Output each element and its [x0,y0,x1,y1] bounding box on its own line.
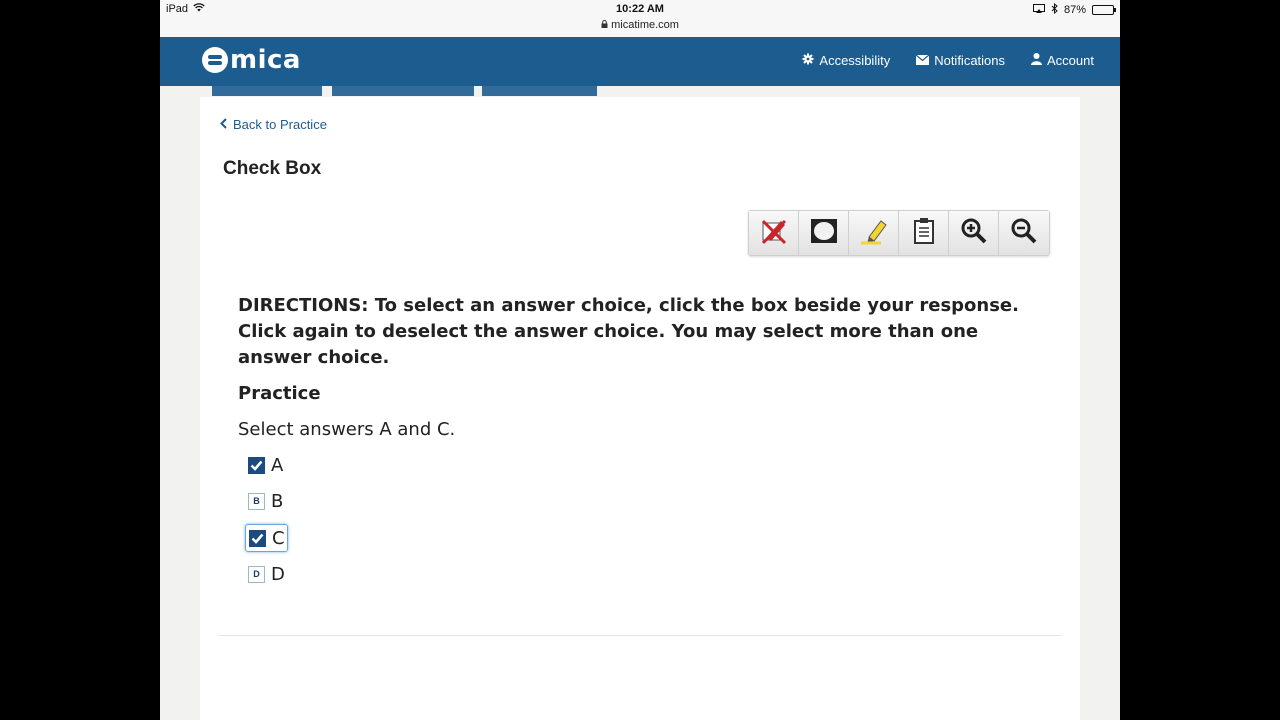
highlighter-button[interactable] [849,211,899,255]
back-to-practice-link[interactable]: Back to Practice [220,116,327,132]
url-text: micatime.com [611,19,679,31]
question-card: Back to Practice Check Box DIRECTIONS: T… [200,97,1080,720]
zoom-in-icon [960,217,988,250]
checkbox-d[interactable]: D [248,565,265,583]
notepad-button[interactable] [899,211,949,255]
answer-option-c[interactable]: C [245,524,288,552]
background-tab [212,86,322,96]
section-heading: Practice [238,383,321,404]
nav-accessibility[interactable]: Accessibility [802,53,890,68]
checkbox-b[interactable]: B [248,492,265,510]
zoom-out-button[interactable] [999,211,1049,255]
answer-option-d[interactable]: D D [245,560,288,588]
battery-icon [1092,5,1116,15]
nav-accessibility-label: Accessibility [819,53,891,68]
checkbox-a[interactable] [248,456,265,474]
envelope-icon [915,54,930,68]
highlighter-icon [859,217,889,250]
tool-bar [748,210,1050,256]
screen-mirroring-icon [1032,4,1045,16]
mica-logo-icon [202,47,228,73]
nav-account[interactable]: Account [1031,53,1094,68]
eliminator-icon [759,217,789,250]
zoom-in-button[interactable] [949,211,999,255]
checkbox-c[interactable] [249,529,266,547]
answer-option-a[interactable]: A [245,451,288,479]
back-link-label: Back to Practice [233,116,327,132]
page-title: Check Box [223,158,322,179]
nav-account-label: Account [1047,53,1094,68]
background-tab [332,86,474,96]
option-label: A [271,454,284,476]
chevron-left-icon [220,116,227,132]
answer-option-b[interactable]: B B [245,487,288,515]
masking-button[interactable] [799,211,849,255]
url-bar[interactable]: micatime.com [160,19,1120,31]
option-label: D [271,563,285,585]
status-right: 87% [1032,2,1116,17]
nav-notifications[interactable]: Notifications [915,53,1006,68]
bluetooth-icon [1051,2,1058,17]
zoom-out-icon [1010,217,1038,250]
ios-status-bar: iPad 10:22 AM micatime.com 87% [160,0,1120,37]
user-icon [1031,53,1043,68]
nav-notifications-label: Notifications [934,53,1006,68]
divider [218,635,1062,636]
ipad-screen: iPad 10:22 AM micatime.com 87% mica Acce… [160,0,1120,720]
option-label: C [272,527,285,549]
background-tab [482,86,597,96]
notepad-icon [911,217,937,250]
app-header: mica Accessibility Notifications Account [160,37,1120,86]
battery-percent: 87% [1063,4,1086,16]
directions-text: DIRECTIONS: To select an answer choice, … [238,295,1019,368]
logo-text: mica [230,45,301,75]
answer-eliminator-button[interactable] [749,211,799,255]
question-prompt: Select answers A and C. [238,419,456,440]
lock-icon [601,19,611,31]
option-label: B [271,490,284,512]
masking-icon [809,217,839,250]
gear-icon [802,53,814,68]
mica-logo[interactable]: mica [202,47,301,73]
header-nav: Accessibility Notifications Account [802,53,1094,68]
clock: 10:22 AM [616,3,664,15]
